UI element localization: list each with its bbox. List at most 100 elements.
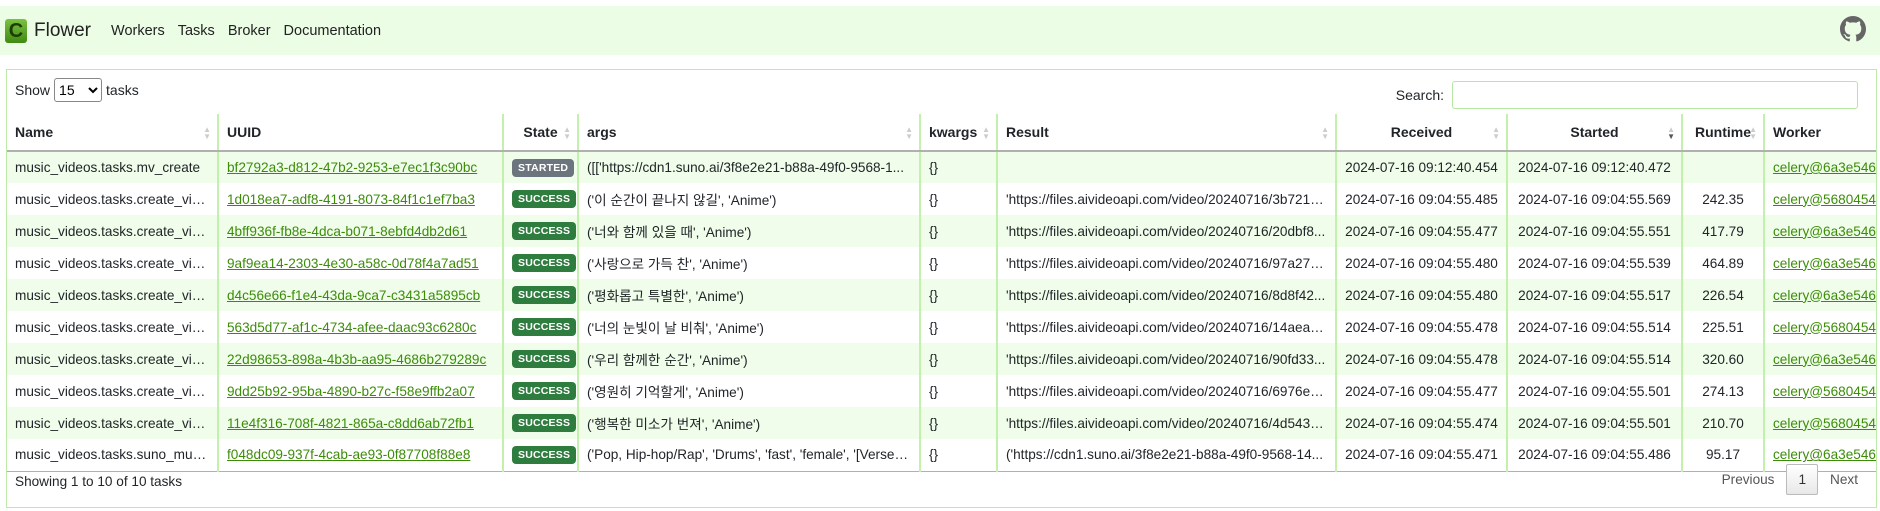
cell-text: 2024-07-16 09:04:55.501	[1518, 415, 1671, 431]
column-header-runtime[interactable]: Runtime ▲ ▼	[1681, 114, 1764, 152]
cell-worker: celery@6a3e546d	[1763, 279, 1876, 311]
worker-link[interactable]: celery@5680454c	[1773, 416, 1876, 431]
github-icon[interactable]	[1840, 16, 1866, 42]
cell-result	[996, 151, 1336, 183]
page-size-select[interactable]: 15	[54, 78, 103, 102]
worker-link[interactable]: celery@5680454c	[1773, 192, 1876, 207]
table-row[interactable]: music_videos.tasks.suno_music f048dc09-93…	[7, 439, 1876, 472]
worker-link[interactable]: celery@6a3e546d	[1773, 288, 1876, 303]
page-size-control: Show 15 tasks	[15, 78, 139, 102]
page-1-button[interactable]: 1	[1786, 464, 1819, 495]
cell-state: SUCCESS	[502, 311, 578, 343]
cell-text: music_videos.tasks.create_video	[15, 255, 215, 271]
sort-icon[interactable]: ▲ ▼	[1492, 126, 1500, 141]
worker-link[interactable]: celery@6a3e546d	[1773, 447, 1876, 462]
sort-icon[interactable]: ▲ ▼	[203, 126, 211, 141]
sort-icon[interactable]: ▲ ▼	[1749, 126, 1757, 141]
column-header-uuid[interactable]: UUID	[217, 114, 503, 152]
worker-link[interactable]: celery@6a3e546d	[1773, 352, 1876, 367]
nav-broker[interactable]: Broker	[228, 23, 271, 39]
worker-link[interactable]: celery@6a3e546d	[1773, 160, 1876, 175]
nav-workers[interactable]: Workers	[111, 23, 165, 39]
nav-documentation[interactable]: Documentation	[284, 23, 382, 39]
column-label: UUID	[227, 124, 262, 140]
task-uuid-link[interactable]: 1d018ea7-adf8-4191-8073-84f1c1ef7ba3	[227, 192, 475, 207]
sort-icon[interactable]: ▲ ▼	[982, 126, 990, 141]
flower-logo[interactable]: C	[5, 18, 27, 43]
column-header-received[interactable]: Received ▲ ▼	[1335, 114, 1507, 152]
task-uuid-link[interactable]: 4bff936f-fb8e-4dca-b071-8ebfd4db2d61	[227, 224, 467, 239]
sort-icon[interactable]: ▲ ▼	[563, 126, 571, 141]
cell-kwargs: {}	[919, 343, 997, 375]
cell-name: music_videos.tasks.create_video	[7, 375, 218, 407]
table-row[interactable]: music_videos.tasks.mv_create bf2792a3-d81…	[7, 151, 1876, 183]
worker-link[interactable]: celery@6a3e546d	[1773, 256, 1876, 271]
sort-icon[interactable]: ▲ ▼	[1667, 126, 1675, 141]
cell-text: ('Pop, Hip-hop/Rap', 'Drums', 'fast', 'f…	[587, 447, 914, 463]
cell-text: 242.35	[1702, 191, 1744, 207]
table-row[interactable]: music_videos.tasks.create_video 22d98653-…	[7, 343, 1876, 375]
table-row[interactable]: music_videos.tasks.create_video d4c56e66-…	[7, 279, 1876, 311]
cell-uuid: 4bff936f-fb8e-4dca-b071-8ebfd4db2d61	[217, 215, 503, 247]
cell-args: ('행복한 미소가 번져', 'Anime')	[577, 407, 920, 439]
nav-tasks[interactable]: Tasks	[178, 23, 215, 39]
table-row[interactable]: music_videos.tasks.create_video 11e4f316-…	[7, 407, 1876, 439]
sort-icon[interactable]: ▲ ▼	[1321, 126, 1329, 141]
cell-text: music_videos.tasks.suno_music	[15, 447, 210, 463]
column-header-started[interactable]: Started ▲ ▼	[1506, 114, 1682, 152]
cell-worker: celery@5680454c	[1763, 375, 1876, 407]
task-uuid-link[interactable]: d4c56e66-f1e4-43da-9ca7-c3431a5895cb	[227, 288, 480, 303]
table-row[interactable]: music_videos.tasks.create_video 1d018ea7-…	[7, 183, 1876, 215]
cell-text: ([['https://cdn1.suno.ai/3f8e2e21-b88a-4…	[587, 160, 904, 175]
cell-started: 2024-07-16 09:04:55.501	[1506, 375, 1682, 407]
search-input[interactable]	[1452, 81, 1858, 109]
cell-started: 2024-07-16 09:12:40.472	[1506, 151, 1682, 183]
worker-link[interactable]: celery@5680454c	[1773, 384, 1876, 399]
cell-runtime: 274.13	[1681, 375, 1764, 407]
cell-text: {}	[929, 160, 939, 175]
next-button[interactable]: Next	[1818, 472, 1870, 487]
task-uuid-link[interactable]: 9af9ea14-2303-4e30-a58c-0d78f4a7ad51	[227, 256, 479, 271]
table-row[interactable]: music_videos.tasks.create_video 9af9ea14-…	[7, 247, 1876, 279]
column-header-args[interactable]: args ▲ ▼	[577, 114, 920, 152]
worker-link[interactable]: celery@6a3e546d	[1773, 224, 1876, 239]
cell-received: 2024-07-16 09:04:55.485	[1335, 183, 1507, 215]
column-header-state[interactable]: State ▲ ▼	[502, 114, 578, 152]
cell-result: ('https://cdn1.suno.ai/3f8e2e21-b88a-49f…	[996, 439, 1336, 472]
task-uuid-link[interactable]: 22d98653-898a-4b3b-aa95-4686b279289c	[227, 352, 486, 367]
cell-text: 2024-07-16 09:04:55.514	[1518, 351, 1671, 367]
brand-name[interactable]: Flower	[34, 20, 91, 42]
table-row[interactable]: music_videos.tasks.create_video 4bff936f-…	[7, 215, 1876, 247]
state-badge: SUCCESS	[512, 318, 577, 336]
table-row[interactable]: music_videos.tasks.create_video 563d5d77-…	[7, 311, 1876, 343]
sort-icon[interactable]: ▲ ▼	[905, 126, 913, 141]
cell-uuid: 9dd25b92-95ba-4890-b27c-f58e9ffb2a07	[217, 375, 503, 407]
table-row[interactable]: music_videos.tasks.create_video 9dd25b92-…	[7, 375, 1876, 407]
task-uuid-link[interactable]: bf2792a3-d812-47b2-9253-e7ec1f3c90bc	[227, 160, 477, 175]
previous-button[interactable]: Previous	[1710, 472, 1787, 487]
cell-kwargs: {}	[919, 407, 997, 439]
cell-started: 2024-07-16 09:04:55.514	[1506, 311, 1682, 343]
cell-text: 2024-07-16 09:04:55.569	[1518, 191, 1671, 207]
cell-text: 'https://files.aivideoapi.com/video/2024…	[1006, 319, 1330, 335]
column-header-kwargs[interactable]: kwargs ▲ ▼	[919, 114, 997, 152]
column-header-result[interactable]: Result ▲ ▼	[996, 114, 1336, 152]
column-header-worker[interactable]: Worker	[1763, 114, 1876, 152]
cell-runtime: 226.54	[1681, 279, 1764, 311]
task-uuid-link[interactable]: f048dc09-937f-4cab-ae93-0f87708f88e8	[227, 447, 470, 462]
cell-kwargs: {}	[919, 311, 997, 343]
cell-text: {}	[929, 255, 939, 271]
cell-text: 2024-07-16 09:12:40.472	[1518, 160, 1671, 175]
task-uuid-link[interactable]: 11e4f316-708f-4821-865a-c8dd6ab72fb1	[227, 416, 474, 431]
cell-name: music_videos.tasks.create_video	[7, 247, 218, 279]
cell-text: ('평화롭고 특별한', 'Anime')	[587, 289, 744, 304]
task-uuid-link[interactable]: 563d5d77-af1c-4734-afee-daac93c6280c	[227, 320, 476, 335]
cell-text: 2024-07-16 09:04:55.501	[1518, 383, 1671, 399]
cell-text: 210.70	[1702, 415, 1744, 431]
worker-link[interactable]: celery@5680454c	[1773, 320, 1876, 335]
cell-args: ('우리 함께한 순간', 'Anime')	[577, 343, 920, 375]
column-header-name[interactable]: Name ▲ ▼	[7, 114, 218, 152]
state-badge: STARTED	[512, 158, 575, 177]
cell-text: 417.79	[1702, 223, 1744, 239]
task-uuid-link[interactable]: 9dd25b92-95ba-4890-b27c-f58e9ffb2a07	[227, 384, 475, 399]
